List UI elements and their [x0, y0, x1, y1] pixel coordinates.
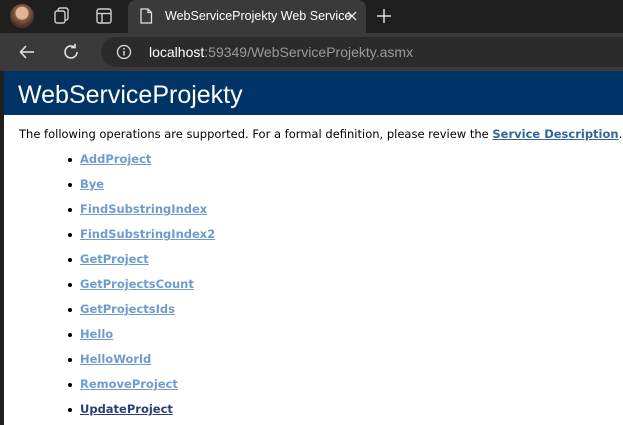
page-content: WebServiceProjekty The following operati…	[4, 71, 623, 425]
intro-suffix: .	[618, 127, 623, 141]
operation-link-findsubstringindex[interactable]: FindSubstringIndex	[80, 202, 207, 216]
profile-avatar[interactable]	[10, 4, 34, 28]
intro-text: The following operations are supported. …	[19, 127, 622, 141]
operation-link-updateproject[interactable]: UpdateProject	[80, 402, 173, 416]
url-path: :59349/WebServiceProjekty.asmx	[204, 44, 414, 60]
tab-actions-icon[interactable]	[94, 6, 114, 26]
page-heading-bar: WebServiceProjekty	[4, 71, 623, 115]
operation-link-bye[interactable]: Bye	[80, 177, 104, 191]
list-item: GetProjectsCount	[67, 277, 215, 302]
close-icon[interactable]	[344, 8, 360, 24]
reload-icon[interactable]	[61, 42, 81, 62]
page-icon	[140, 8, 153, 24]
url-host: localhost	[149, 44, 205, 60]
tab-strip: WebServiceProjekty Web Service	[0, 0, 623, 33]
tab-title: WebServiceProjekty Web Service	[165, 9, 352, 23]
operations-list: AddProject Bye FindSubstringIndex FindSu…	[67, 152, 215, 425]
back-arrow-icon[interactable]	[17, 42, 37, 62]
operation-link-getproject[interactable]: GetProject	[80, 252, 149, 266]
list-item: FindSubstringIndex2	[67, 227, 215, 252]
list-item: FindSubstringIndex	[67, 202, 215, 227]
info-icon[interactable]	[116, 44, 132, 60]
list-item: GetProject	[67, 252, 215, 277]
list-item: HelloWorld	[67, 352, 215, 377]
new-tab-icon[interactable]	[374, 6, 394, 26]
workspaces-icon[interactable]	[52, 6, 72, 26]
page-title: WebServiceProjekty	[18, 81, 243, 109]
list-item: RemoveProject	[67, 377, 215, 402]
list-item: AddProject	[67, 152, 215, 177]
list-item: UpdateProject	[67, 402, 215, 425]
tab-active[interactable]: WebServiceProjekty Web Service	[128, 0, 366, 33]
intro-prefix: The following operations are supported. …	[19, 127, 493, 141]
operation-link-helloworld[interactable]: HelloWorld	[80, 352, 151, 366]
operation-link-getprojectsids[interactable]: GetProjectsIds	[80, 302, 175, 316]
operation-link-hello[interactable]: Hello	[80, 327, 113, 341]
navigation-toolbar: localhost:59349/WebServiceProjekty.asmx	[0, 33, 623, 71]
list-item: GetProjectsIds	[67, 302, 215, 327]
operation-link-findsubstringindex2[interactable]: FindSubstringIndex2	[80, 227, 215, 241]
operation-link-getprojectscount[interactable]: GetProjectsCount	[80, 277, 194, 291]
url-text: localhost:59349/WebServiceProjekty.asmx	[149, 44, 413, 60]
service-description-link[interactable]: Service Description	[492, 127, 618, 141]
operation-link-removeproject[interactable]: RemoveProject	[80, 377, 178, 391]
list-item: Bye	[67, 177, 215, 202]
list-item: Hello	[67, 327, 215, 352]
address-bar[interactable]: localhost:59349/WebServiceProjekty.asmx	[101, 37, 623, 67]
operation-link-addproject[interactable]: AddProject	[80, 152, 151, 166]
